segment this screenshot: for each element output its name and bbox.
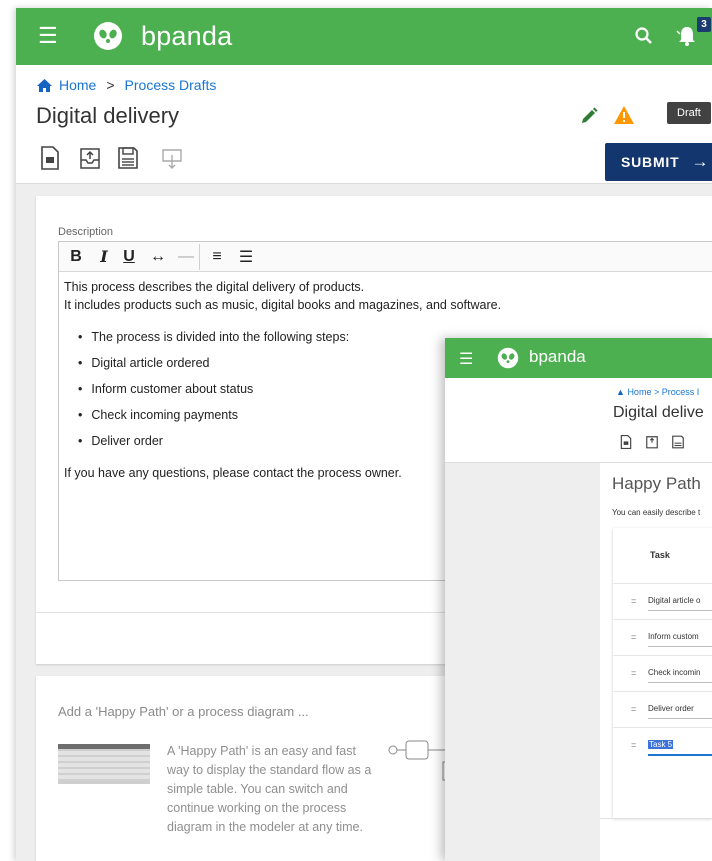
app-bar: ☰ bpanda 3 (16, 8, 712, 65)
submit-label: SUBMIT (621, 154, 680, 170)
table-row[interactable]: = Check incomin (613, 655, 712, 691)
table-row[interactable]: = Digital article o (613, 583, 712, 619)
panda-logo-icon[interactable] (93, 21, 123, 51)
upload-icon[interactable] (78, 145, 102, 171)
table-row[interactable]: = Task 5 (613, 727, 712, 763)
status-badge: Draft (667, 102, 711, 124)
overlay-divider (600, 818, 712, 819)
overlay-brand[interactable]: bpanda (529, 347, 586, 367)
breadcrumb-home[interactable]: Home (59, 77, 96, 93)
table-row[interactable]: = Deliver order (613, 691, 712, 727)
horizontal-rule-icon[interactable]: — (173, 248, 199, 266)
task-cell[interactable]: Inform custom (648, 632, 699, 641)
save-icon[interactable] (671, 434, 685, 450)
overlay-header: ▲ Home > Process I Digital delive (445, 378, 712, 463)
breadcrumb: Home > Process Drafts (36, 77, 216, 93)
overlay-app-bar: ☰ bpanda (445, 338, 712, 378)
upload-icon[interactable] (645, 434, 659, 450)
edit-pencil-icon[interactable] (579, 106, 599, 126)
breadcrumb-separator: > (106, 77, 115, 93)
bold-button[interactable]: B (59, 248, 93, 266)
submit-button[interactable]: SUBMIT → (605, 143, 712, 181)
drag-handle-icon[interactable]: = (631, 632, 636, 642)
description-label: Description (58, 226, 114, 238)
drag-handle-icon[interactable]: = (631, 596, 636, 606)
intro-line-2: It includes products such as music, digi… (64, 298, 502, 312)
panda-logo-icon[interactable] (497, 347, 519, 369)
breadcrumb-process-drafts[interactable]: Process Drafts (125, 77, 217, 93)
happy-path-title: Happy Path (612, 474, 701, 493)
arrow-right-icon: → (691, 152, 710, 171)
link-icon[interactable]: ↔ (143, 248, 173, 266)
task-cell-selected[interactable]: Task 5 (648, 740, 674, 749)
search-icon[interactable] (633, 25, 655, 47)
table-row[interactable]: = Inform custom (613, 619, 712, 655)
add-section-title: Add a 'Happy Path' or a process diagram … (58, 704, 309, 719)
save-icon[interactable] (116, 145, 140, 171)
notification-count-badge[interactable]: 3 (697, 17, 711, 32)
drag-handle-icon[interactable]: = (631, 668, 636, 678)
menu-icon[interactable]: ☰ (38, 25, 58, 47)
happy-path-desc: You can easily describe t (612, 508, 701, 517)
warning-icon[interactable] (613, 105, 635, 125)
document-icon[interactable] (38, 145, 62, 171)
menu-icon[interactable]: ☰ (459, 349, 473, 369)
task-cell[interactable]: Deliver order (648, 704, 694, 713)
task-column-header: Task (650, 550, 670, 560)
page-header: Home > Process Drafts Digital delivery D… (16, 65, 712, 184)
bullet-list-icon[interactable]: ☰ (234, 247, 258, 267)
task-cell[interactable]: Check incomin (648, 668, 700, 677)
editor-toolbar: B I U ↔ — ≡ ☰ (59, 242, 712, 272)
underline-button[interactable]: U (115, 248, 143, 266)
align-left-icon[interactable]: ≡ (200, 248, 234, 266)
happy-path-thumbnail[interactable] (58, 744, 150, 784)
overlay-breadcrumb-text[interactable]: Home > Process I (627, 387, 699, 397)
overlay-page-title: Digital delive (613, 404, 704, 421)
overlay-breadcrumb[interactable]: ▲ Home > Process I (616, 387, 699, 397)
drag-handle-icon[interactable]: = (631, 704, 636, 714)
italic-button[interactable]: I (93, 247, 115, 266)
home-icon[interactable] (36, 78, 53, 93)
app-brand[interactable]: bpanda (141, 20, 232, 52)
page-title: Digital delivery (36, 103, 180, 128)
intro-line-1: This process describes the digital deliv… (64, 280, 365, 294)
document-icon[interactable] (619, 434, 633, 450)
happy-path-table: Task = Digital article o = Inform custom… (613, 528, 712, 818)
overlay-window: ☰ bpanda ▲ Home > Process I Digital deli… (445, 338, 712, 861)
home-icon[interactable]: ▲ (616, 387, 625, 397)
happy-path-description: A 'Happy Path' is an easy and fast way t… (167, 744, 372, 834)
task-cell[interactable]: Digital article o (648, 596, 700, 605)
drag-handle-icon[interactable]: = (631, 740, 636, 750)
download-icon[interactable] (160, 145, 184, 171)
